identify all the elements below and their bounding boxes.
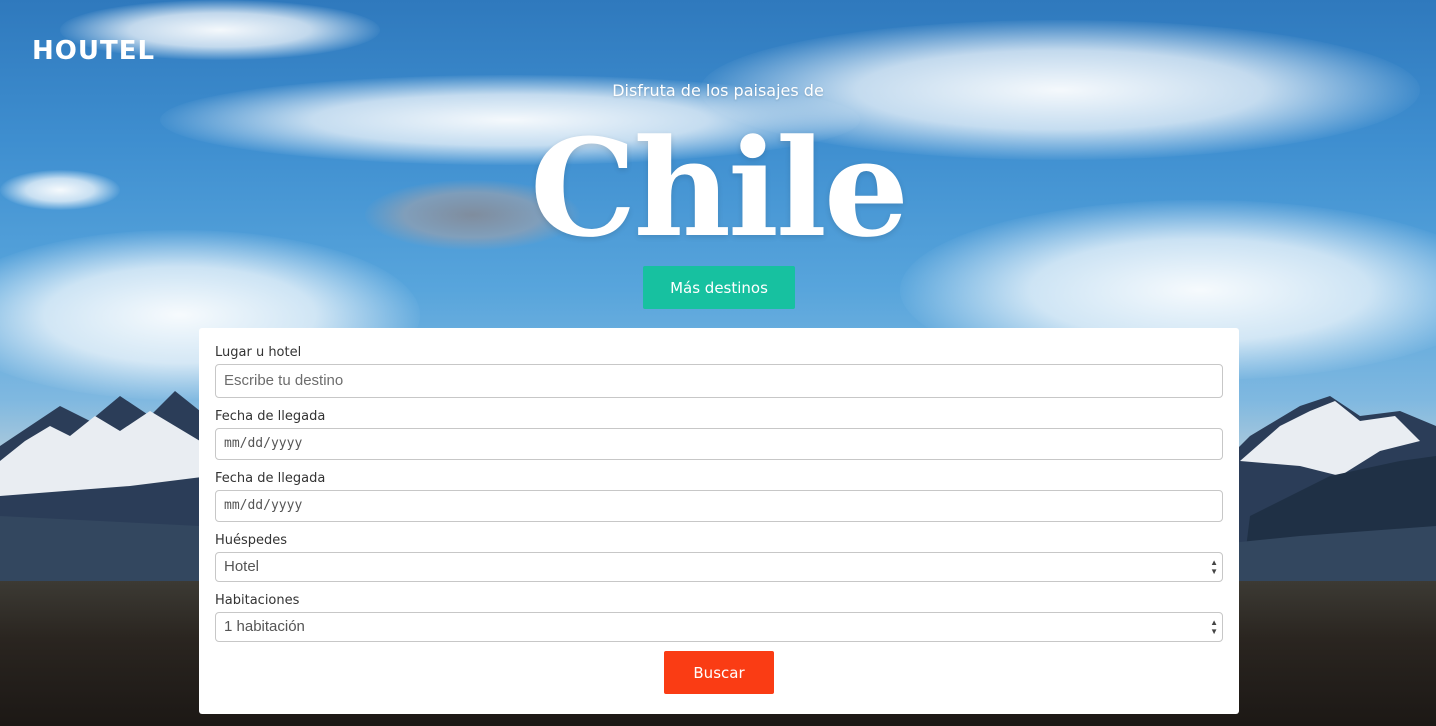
arrival-date-label: Fecha de llegada bbox=[215, 409, 326, 424]
place-label: Lugar u hotel bbox=[215, 345, 302, 360]
rooms-select-value: 1 habitación bbox=[224, 618, 305, 635]
more-destinations-button[interactable]: Más destinos bbox=[643, 266, 795, 309]
departure-date-input[interactable]: mm/dd/yyyy bbox=[215, 490, 1223, 522]
select-arrows-icon: ▲ ▼ bbox=[1210, 618, 1218, 636]
rooms-label: Habitaciones bbox=[215, 593, 300, 608]
place-input[interactable]: Escribe tu destino bbox=[215, 364, 1223, 398]
guests-select-value: Hotel bbox=[224, 558, 260, 575]
search-button[interactable]: Buscar bbox=[664, 651, 774, 694]
departure-date-label: Fecha de llegada bbox=[215, 471, 326, 486]
rooms-select[interactable]: 1 habitación ▲ ▼ bbox=[215, 612, 1223, 642]
hero-tagline: Disfruta de los paisajes de bbox=[612, 81, 824, 100]
brand-logo[interactable]: HOUTEL bbox=[32, 36, 155, 66]
select-arrows-icon: ▲ ▼ bbox=[1210, 558, 1218, 576]
arrival-date-input[interactable]: mm/dd/yyyy bbox=[215, 428, 1223, 460]
guests-select[interactable]: Hotel ▲ ▼ bbox=[215, 552, 1223, 582]
search-form: Lugar u hotel Escribe tu destino Fecha d… bbox=[199, 328, 1239, 714]
guests-label: Huéspedes bbox=[215, 533, 288, 548]
hero-destination-title: Chile bbox=[529, 109, 909, 267]
